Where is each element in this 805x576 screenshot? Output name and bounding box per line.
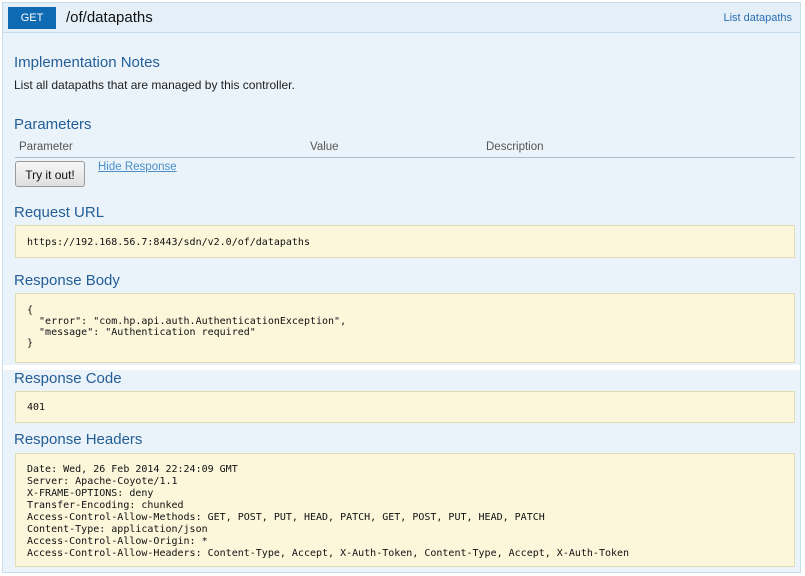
response-header-line: Transfer-Encoding: chunked bbox=[27, 500, 184, 511]
panel-divider bbox=[3, 365, 800, 370]
request-url-value: https://192.168.56.7:8443/sdn/v2.0/of/da… bbox=[27, 237, 310, 248]
response-body-line: { bbox=[27, 305, 34, 316]
hide-response-link[interactable]: Hide Response bbox=[98, 161, 177, 173]
response-header-line: Content-Type: application/json bbox=[27, 524, 208, 535]
column-description: Description bbox=[486, 141, 544, 153]
response-headers-box: Date: Wed, 26 Feb 2014 22:24:09 GMT Serve… bbox=[15, 453, 795, 567]
response-body-line: "error": "com.hp.api.auth.Authentication… bbox=[27, 316, 347, 327]
response-header-line: X-FRAME-OPTIONS: deny bbox=[27, 488, 154, 499]
parameters-table-header: Parameter Value Description bbox=[15, 139, 795, 158]
response-body-line: "message": "Authentication required" bbox=[27, 327, 256, 338]
response-header-line: Date: Wed, 26 Feb 2014 22:24:09 GMT bbox=[27, 464, 238, 475]
response-header-line: Access-Control-Allow-Origin: * bbox=[27, 536, 208, 547]
response-header-line: Access-Control-Allow-Methods: GET, POST,… bbox=[27, 512, 545, 523]
request-url-box: https://192.168.56.7:8443/sdn/v2.0/of/da… bbox=[15, 225, 795, 258]
response-body-box: { "error": "com.hp.api.auth.Authenticati… bbox=[15, 293, 795, 363]
response-code-box: 401 bbox=[15, 391, 795, 423]
operation-header[interactable]: GET /of/datapaths List datapaths bbox=[3, 3, 800, 33]
implementation-notes-title: Implementation Notes bbox=[14, 54, 160, 71]
response-code-value: 401 bbox=[27, 402, 46, 413]
try-it-out-button[interactable]: Try it out! bbox=[15, 161, 85, 187]
response-headers-title: Response Headers bbox=[14, 431, 143, 448]
list-datapaths-link[interactable]: List datapaths bbox=[724, 12, 793, 24]
response-body-line: } bbox=[27, 338, 34, 349]
response-code-title: Response Code bbox=[14, 370, 122, 387]
operation-panel: GET /of/datapaths List datapaths Impleme… bbox=[2, 2, 801, 573]
request-url-title: Request URL bbox=[14, 204, 105, 221]
response-header-line: Access-Control-Allow-Headers: Content-Ty… bbox=[27, 548, 630, 559]
http-method-badge: GET bbox=[8, 7, 56, 29]
endpoint-path[interactable]: /of/datapaths bbox=[66, 7, 153, 29]
column-value: Value bbox=[310, 141, 339, 153]
parameters-title: Parameters bbox=[14, 116, 92, 133]
response-body-title: Response Body bbox=[14, 272, 120, 289]
implementation-notes-text: List all datapaths that are managed by t… bbox=[14, 78, 295, 92]
response-header-line: Server: Apache-Coyote/1.1 bbox=[27, 476, 178, 487]
column-parameter: Parameter bbox=[19, 141, 73, 153]
